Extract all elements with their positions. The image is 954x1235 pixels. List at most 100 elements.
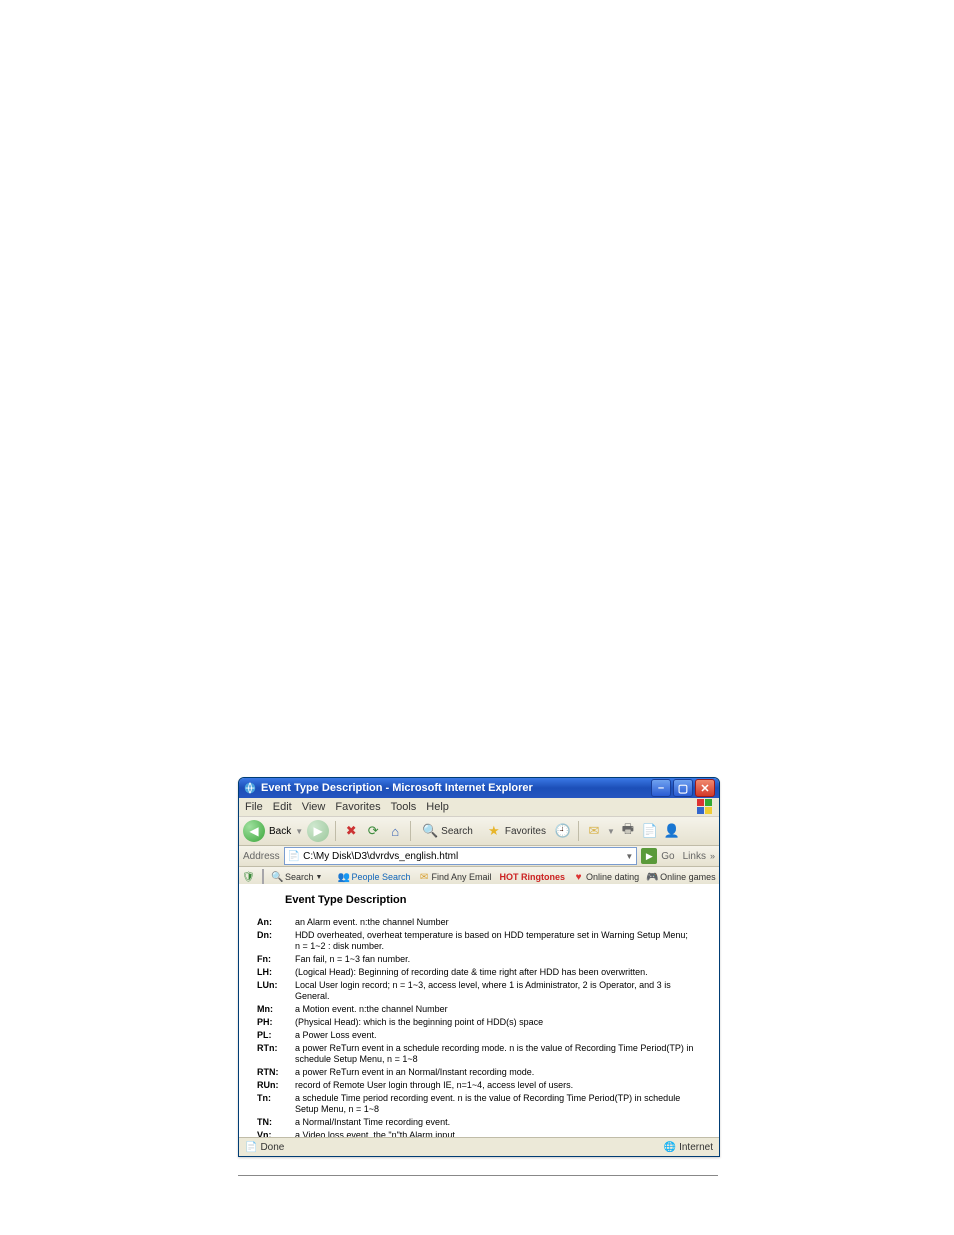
event-key: LH: <box>257 966 295 979</box>
table-row: Dn:HDD overheated, overheat temperature … <box>257 929 701 953</box>
table-row: Tn:a schedule Time period recording even… <box>257 1092 701 1116</box>
page-icon: 📄 <box>288 851 300 862</box>
event-desc: Fan fail, n = 1~3 fan number. <box>295 953 701 966</box>
edit-icon[interactable]: 📄 <box>641 822 659 840</box>
table-row: Fn:Fan fail, n = 1~3 fan number. <box>257 953 701 966</box>
table-row: RTN:a power ReTurn event in an Normal/In… <box>257 1066 701 1079</box>
toolbar-search-input[interactable] <box>262 869 264 885</box>
back-label: Back <box>269 826 291 837</box>
table-row: PH:(Physical Head): which is the beginni… <box>257 1016 701 1029</box>
page-heading: Event Type Description <box>285 894 701 906</box>
refresh-icon[interactable]: ⟳ <box>364 822 382 840</box>
menu-favorites[interactable]: Favorites <box>335 801 380 813</box>
event-key: LUn: <box>257 979 295 1003</box>
dating-link[interactable]: ♥Online dating <box>573 872 639 883</box>
table-row: LUn:Local User login record; n = 1~3, ac… <box>257 979 701 1003</box>
event-desc: a schedule Time period recording event. … <box>295 1092 701 1116</box>
window-title: Event Type Description - Microsoft Inter… <box>261 782 533 794</box>
titlebar: Event Type Description - Microsoft Inter… <box>239 778 719 798</box>
go-label: Go <box>661 851 674 862</box>
menu-edit[interactable]: Edit <box>273 801 292 813</box>
event-desc: Local User login record; n = 1~3, access… <box>295 979 701 1003</box>
search-icon: 🔍 <box>421 822 439 840</box>
forward-button[interactable]: ▶ <box>307 820 329 842</box>
event-key: An: <box>257 916 295 929</box>
games-link[interactable]: 🎮Online games <box>647 872 716 883</box>
search-icon: 🔍 <box>272 872 283 883</box>
event-key: PL: <box>257 1029 295 1042</box>
page-content: Event Type Description An:an Alarm event… <box>239 884 719 1138</box>
find-email-link[interactable]: ✉Find Any Email <box>419 872 492 883</box>
back-button[interactable]: ◀ <box>243 820 265 842</box>
status-left-icon: 📄 <box>245 1142 257 1153</box>
event-key: Mn: <box>257 1003 295 1016</box>
windows-logo-icon <box>697 799 713 815</box>
menubar: File Edit View Favorites Tools Help <box>239 798 719 817</box>
people-icon: 👥 <box>338 872 349 883</box>
menu-tools[interactable]: Tools <box>391 801 417 813</box>
ie-icon <box>243 781 257 795</box>
event-desc: a Power Loss event. <box>295 1029 701 1042</box>
statusbar: 📄 Done 🌐 Internet <box>239 1137 719 1156</box>
table-row: RUn:record of Remote User login through … <box>257 1079 701 1092</box>
game-icon: 🎮 <box>647 872 658 883</box>
table-row: LH:(Logical Head): Beginning of recordin… <box>257 966 701 979</box>
favorites-button[interactable]: ★Favorites <box>481 822 550 840</box>
search-button[interactable]: 🔍Search <box>417 822 477 840</box>
event-desc: a power ReTurn event in a schedule recor… <box>295 1042 701 1066</box>
event-table: An:an Alarm event. n:the channel NumberD… <box>257 916 701 1138</box>
go-button[interactable]: ▶ <box>641 848 657 864</box>
mail-icon: ✉ <box>419 872 430 883</box>
print-icon[interactable]: 🖶 <box>619 822 637 840</box>
toolbar: ◀ Back ▼ ▶ ✖ ⟳ ⌂ 🔍Search ★Favorites 🕘 ✉ … <box>239 817 719 846</box>
close-button[interactable]: ✕ <box>695 779 715 797</box>
chevron-down-icon[interactable]: ▼ <box>607 827 615 836</box>
menu-help[interactable]: Help <box>426 801 449 813</box>
event-key: Tn: <box>257 1092 295 1116</box>
globe-icon: 🌐 <box>664 1142 676 1153</box>
menu-view[interactable]: View <box>302 801 326 813</box>
heart-icon: ♥ <box>573 872 584 883</box>
address-bar: Address 📄 C:\My Disk\D3\dvrdvs_english.h… <box>239 846 719 867</box>
event-desc: a Motion event. n:the channel Number <box>295 1003 701 1016</box>
chevron-down-icon[interactable]: ▼ <box>295 827 303 836</box>
star-icon: ★ <box>485 822 503 840</box>
event-desc: (Logical Head): Beginning of recording d… <box>295 966 701 979</box>
table-row: Mn:a Motion event. n:the channel Number <box>257 1003 701 1016</box>
table-row: PL:a Power Loss event. <box>257 1029 701 1042</box>
links-label[interactable]: Links <box>683 851 706 862</box>
event-key: Fn: <box>257 953 295 966</box>
status-left: Done <box>260 1142 284 1153</box>
event-key: RTN: <box>257 1066 295 1079</box>
expand-icon[interactable]: » <box>710 851 715 861</box>
history-icon[interactable]: 🕘 <box>554 822 572 840</box>
messenger-icon[interactable]: 👤 <box>663 822 681 840</box>
home-icon[interactable]: ⌂ <box>386 822 404 840</box>
event-key: RTn: <box>257 1042 295 1066</box>
people-search-link[interactable]: 👥People Search <box>338 872 410 883</box>
event-desc: record of Remote User login through IE, … <box>295 1079 701 1092</box>
page-divider <box>238 1175 718 1176</box>
event-desc: (Physical Head): which is the beginning … <box>295 1016 701 1029</box>
event-desc: HDD overheated, overheat temperature is … <box>295 929 701 953</box>
address-url: C:\My Disk\D3\dvrdvs_english.html <box>303 851 458 862</box>
minimize-button[interactable]: – <box>651 779 671 797</box>
table-row: TN:a Normal/Instant Time recording event… <box>257 1116 701 1129</box>
browser-window: Event Type Description - Microsoft Inter… <box>238 777 720 1157</box>
shield-icon: 🛡 <box>243 872 254 883</box>
event-key: TN: <box>257 1116 295 1129</box>
menu-file[interactable]: File <box>245 801 263 813</box>
maximize-button[interactable]: ▢ <box>673 779 693 797</box>
toolbar-search-button[interactable]: 🔍Search▼ <box>272 872 322 883</box>
event-desc: a power ReTurn event in an Normal/Instan… <box>295 1066 701 1079</box>
mail-icon[interactable]: ✉ <box>585 822 603 840</box>
address-input[interactable]: 📄 C:\My Disk\D3\dvrdvs_english.html ▼ <box>284 847 638 865</box>
event-desc: a Normal/Instant Time recording event. <box>295 1116 701 1129</box>
table-row: RTn:a power ReTurn event in a schedule r… <box>257 1042 701 1066</box>
chevron-down-icon[interactable]: ▼ <box>625 852 633 861</box>
event-desc: an Alarm event. n:the channel Number <box>295 916 701 929</box>
address-label: Address <box>243 851 280 862</box>
stop-icon[interactable]: ✖ <box>342 822 360 840</box>
status-right: Internet <box>679 1142 713 1153</box>
ringtones-link[interactable]: HOT Ringtones <box>500 872 566 882</box>
